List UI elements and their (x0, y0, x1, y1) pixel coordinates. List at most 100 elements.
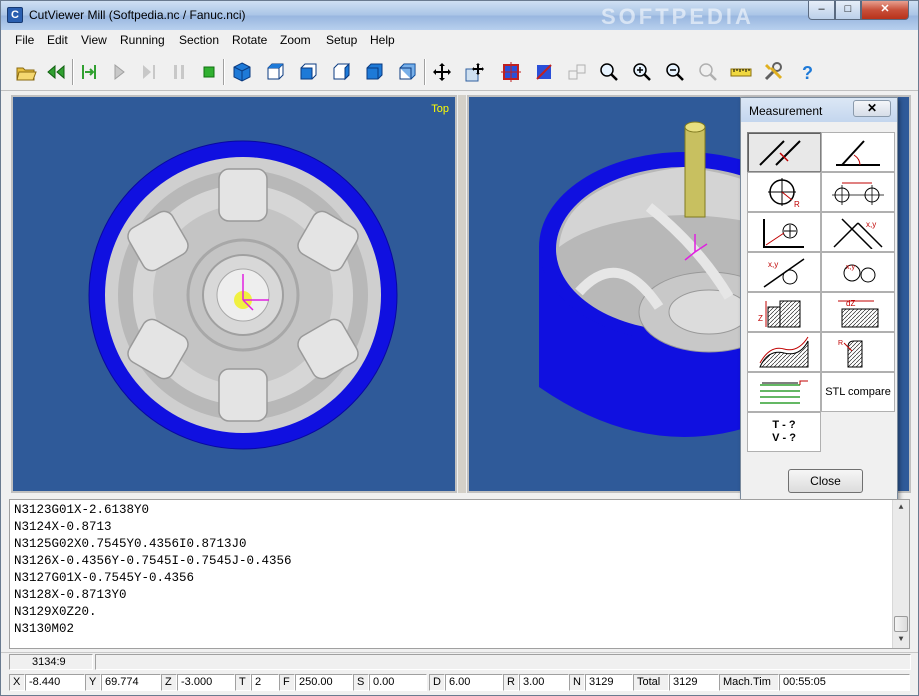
close-window-button[interactable]: ✕ (861, 1, 909, 20)
pan-icon[interactable] (430, 60, 454, 84)
maximize-button[interactable]: □ (835, 1, 861, 20)
n-label: N (569, 674, 585, 691)
z-value: -3.000 (177, 674, 235, 691)
step-height-icon[interactable]: dZ (821, 292, 895, 332)
toolbar: ? (1, 53, 918, 91)
tool-volume-button[interactable]: T - ? V - ? (747, 412, 821, 452)
menu-file[interactable]: File (15, 33, 34, 47)
volume-label: V - ? (772, 432, 796, 444)
hatched-layers-icon[interactable] (747, 372, 821, 412)
s-label: S (353, 674, 369, 691)
dialog-title: Measurement (749, 104, 823, 118)
svg-text:x,y: x,y (846, 264, 855, 271)
tool-label: T - ? (772, 419, 796, 431)
menu-help[interactable]: Help (370, 33, 395, 47)
cube-front-icon[interactable] (296, 60, 320, 84)
menu-section[interactable]: Section (179, 33, 219, 47)
edge-radius-icon[interactable]: R (821, 332, 895, 372)
minimize-button[interactable]: – (808, 1, 835, 20)
section-y-icon[interactable] (532, 60, 556, 84)
top-view-viewport[interactable]: Top (11, 95, 457, 493)
cube-top-icon[interactable] (263, 60, 287, 84)
measurement-dialog: Measurement ✕ R x,y x,y x,y Z dZ R STL c… (740, 97, 898, 521)
code-line[interactable]: N3124X-0.8713 (14, 520, 112, 537)
view-label-top: Top (431, 103, 449, 115)
view-splitter[interactable] (458, 95, 466, 493)
total-value: 3129 (669, 674, 719, 691)
point-xy-icon[interactable]: x,y (747, 252, 821, 292)
cube-right-icon[interactable] (329, 60, 353, 84)
menu-rotate[interactable]: Rotate (232, 33, 267, 47)
code-line[interactable]: N3130M02 (14, 622, 74, 639)
zoom-in-icon[interactable] (630, 60, 654, 84)
d-label: D (429, 674, 445, 691)
nc-code-listing[interactable]: N3123G01X-2.6138Y0 N3124X-0.8713 N3125G0… (9, 499, 910, 649)
two-circles-icon[interactable]: x,y (821, 252, 895, 292)
code-scrollbar[interactable]: ▲ ▼ (892, 500, 909, 648)
rotate-drag-icon[interactable] (463, 60, 487, 84)
menu-view[interactable]: View (81, 33, 107, 47)
menu-running[interactable]: Running (120, 33, 165, 47)
menu-bar: File Edit View Running Section Rotate Zo… (1, 30, 918, 51)
y-value: 69.774 (101, 674, 161, 691)
zoom-fit-icon[interactable] (696, 60, 720, 84)
y-label: Y (85, 674, 101, 691)
angle-icon[interactable] (821, 132, 895, 172)
d-value: 6.00 (445, 674, 503, 691)
code-line[interactable]: N3125G02X0.7545Y0.4356I0.8713J0 (14, 537, 247, 554)
open-folder-icon[interactable] (14, 60, 38, 84)
status-bar-values: X -8.440 Y 69.774 Z -3.000 T 2 F 250.00 … (1, 672, 918, 694)
code-line[interactable]: N3126X-0.4356Y-0.7545I-0.7545J-0.4356 (14, 554, 292, 571)
scroll-thumb[interactable] (894, 616, 908, 632)
help-icon[interactable]: ? (795, 60, 819, 84)
t-value: 2 (251, 674, 279, 691)
ruler-icon[interactable] (729, 60, 753, 84)
menu-zoom[interactable]: Zoom (280, 33, 311, 47)
tools-icon[interactable] (761, 60, 785, 84)
close-button[interactable]: Close (788, 469, 863, 493)
svg-text:x,y: x,y (866, 220, 876, 229)
line-intersection-icon[interactable]: x,y (821, 212, 895, 252)
menu-setup[interactable]: Setup (326, 33, 357, 47)
code-line[interactable]: N3127G01X-0.7545Y-0.4356 (14, 571, 194, 588)
code-line[interactable]: N3123G01X-2.6138Y0 (14, 503, 149, 520)
app-icon[interactable]: C (7, 7, 23, 23)
dialog-close-icon[interactable]: ✕ (853, 100, 891, 117)
stop-icon[interactable] (197, 60, 221, 84)
title-bar[interactable]: C CutViewer Mill (Softpedia.nc / Fanuc.n… (1, 1, 918, 30)
stl-compare-button[interactable]: STL compare (821, 372, 895, 412)
section-x-icon[interactable] (499, 60, 523, 84)
pause-icon[interactable] (167, 60, 191, 84)
menu-edit[interactable]: Edit (47, 33, 68, 47)
step-icon[interactable] (77, 60, 101, 84)
line-distance-icon[interactable] (747, 132, 821, 172)
dialog-title-bar[interactable]: Measurement ✕ (741, 98, 897, 122)
skip-icon[interactable] (137, 60, 161, 84)
circle-center-distance-icon[interactable] (821, 172, 895, 212)
circle-radius-icon[interactable]: R (747, 172, 821, 212)
point-to-circle-icon[interactable] (747, 212, 821, 252)
code-line[interactable]: N3128X-0.8713Y0 (14, 588, 127, 605)
cube-back-icon[interactable] (395, 60, 419, 84)
scroll-down-icon[interactable]: ▼ (893, 632, 909, 648)
dimension-icon[interactable] (565, 60, 589, 84)
f-value: 250.00 (295, 674, 353, 691)
surface-profile-icon[interactable] (747, 332, 821, 372)
watermark: SOFTPEDIA (601, 4, 754, 29)
z-label: Z (161, 674, 177, 691)
scroll-up-icon[interactable]: ▲ (893, 500, 909, 516)
svg-text:R: R (794, 200, 800, 209)
mach-time-label: Mach.Tim (719, 674, 779, 691)
play-icon[interactable] (107, 60, 131, 84)
zoom-window-icon[interactable] (597, 60, 621, 84)
rewind-icon[interactable] (44, 60, 68, 84)
zoom-out-icon[interactable] (663, 60, 687, 84)
status-message (95, 654, 911, 670)
cube-left-icon[interactable] (362, 60, 386, 84)
svg-text:R: R (838, 340, 843, 347)
code-line[interactable]: N3129X0Z20. (14, 605, 97, 622)
x-label: X (9, 674, 25, 691)
cube-iso-icon[interactable] (230, 60, 254, 84)
f-label: F (279, 674, 295, 691)
depth-z-icon[interactable]: Z (747, 292, 821, 332)
